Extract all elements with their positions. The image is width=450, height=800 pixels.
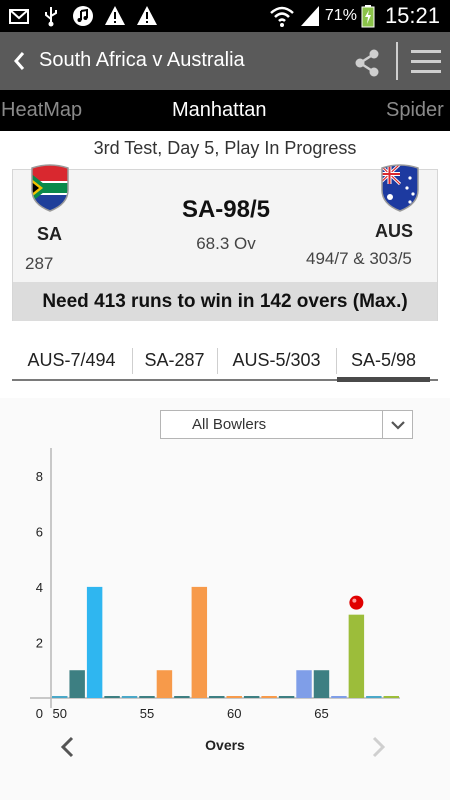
- app-bar-divider: [396, 42, 398, 80]
- view-tab-strip: HeatMap Manhattan Spider: [0, 90, 450, 131]
- battery-icon: [361, 5, 375, 28]
- chart-bar: [69, 670, 85, 698]
- chart-bar: [313, 670, 330, 698]
- chart-bar: [52, 696, 68, 698]
- wicket-marker: [349, 595, 364, 610]
- innings-tabs: AUS-7/494 SA-287 AUS-5/303 SA-5/98: [12, 346, 438, 384]
- x-tick-label: 65: [314, 706, 328, 721]
- warning-icon: [137, 6, 157, 25]
- australia-flag-icon: [381, 164, 419, 212]
- chart-bar: [104, 696, 120, 698]
- chart-bar: [226, 696, 242, 698]
- bowler-filter-value: All Bowlers: [192, 416, 267, 433]
- chart-bar: [174, 696, 190, 698]
- manhattan-chart: 0 2 4 6 8 50 55 60 65: [30, 448, 400, 721]
- dropdown-toggle[interactable]: [382, 411, 412, 438]
- wifi-icon: [270, 6, 294, 27]
- back-icon[interactable]: [12, 50, 26, 72]
- signal-icon: [300, 6, 319, 26]
- current-score: SA-98/5: [181, 196, 271, 223]
- match-status: 3rd Test, Day 5, Play In Progress: [93, 138, 357, 158]
- away-team: AUS: [375, 221, 414, 241]
- tab-innings-2[interactable]: SA-287: [133, 346, 216, 380]
- tab-innings-1[interactable]: AUS-7/494: [12, 346, 131, 380]
- chart-bar: [139, 696, 155, 698]
- chart-bar: [366, 696, 382, 698]
- share-icon[interactable]: [352, 48, 382, 78]
- chart-bar: [296, 670, 312, 698]
- chart-bar: [261, 696, 277, 698]
- wicket-marker-highlight: [352, 598, 357, 603]
- y-tick-label: 6: [36, 524, 43, 539]
- chevron-down-icon: [391, 421, 405, 430]
- chart-bar: [243, 696, 260, 698]
- y-tick-label: 4: [36, 580, 43, 595]
- chevron-right-icon[interactable]: [370, 735, 388, 759]
- x-tick-label: 55: [140, 706, 154, 721]
- usb-icon: [45, 7, 57, 27]
- tab-heatmap[interactable]: HeatMap: [1, 99, 82, 122]
- music-icon: [73, 6, 93, 26]
- away-team-score: 494/7 & 303/5: [306, 249, 412, 268]
- score-card: SA 287 SA-98/5 68.3 Ov AUS 494/7 & 303/5…: [12, 164, 438, 321]
- bowler-filter-dropdown[interactable]: All Bowlers: [160, 410, 413, 439]
- tab-innings-4[interactable]: SA-5/98: [337, 346, 430, 380]
- y-tick-label: 2: [36, 635, 43, 650]
- tab-manhattan[interactable]: Manhattan: [172, 99, 267, 122]
- target-banner: Need 413 runs to win in 142 overs (Max.): [13, 282, 437, 321]
- menu-icon[interactable]: [410, 47, 442, 77]
- chart-bar: [383, 696, 399, 698]
- chart-bar: [121, 696, 138, 698]
- active-innings-indicator: [337, 377, 430, 382]
- chart-bar: [278, 696, 295, 698]
- chart-bar: [191, 586, 208, 698]
- tab-innings-3[interactable]: AUS-5/303: [218, 346, 335, 380]
- x-tick-label: 60: [227, 706, 241, 721]
- warning-icon: [105, 6, 125, 25]
- clock: 15:21: [384, 3, 440, 28]
- chart-bar: [331, 696, 347, 698]
- x-tick-label: 50: [52, 706, 66, 721]
- page-title: South Africa v Australia: [39, 49, 245, 71]
- home-team-score: 287: [25, 254, 54, 273]
- battery-percent: 71%: [324, 7, 357, 24]
- chart-bar: [156, 670, 173, 698]
- y-tick-label: 8: [36, 469, 43, 484]
- tab-spider[interactable]: Spider: [386, 99, 444, 122]
- status-bar: 71% 15:21: [0, 0, 450, 32]
- chart-bar: [86, 586, 103, 698]
- y-tick-label: 0: [36, 706, 43, 721]
- chart-bar: [348, 614, 365, 698]
- chart-bar: [209, 696, 225, 698]
- app-bar: South Africa v Australia: [0, 32, 450, 90]
- mail-icon: [9, 9, 29, 24]
